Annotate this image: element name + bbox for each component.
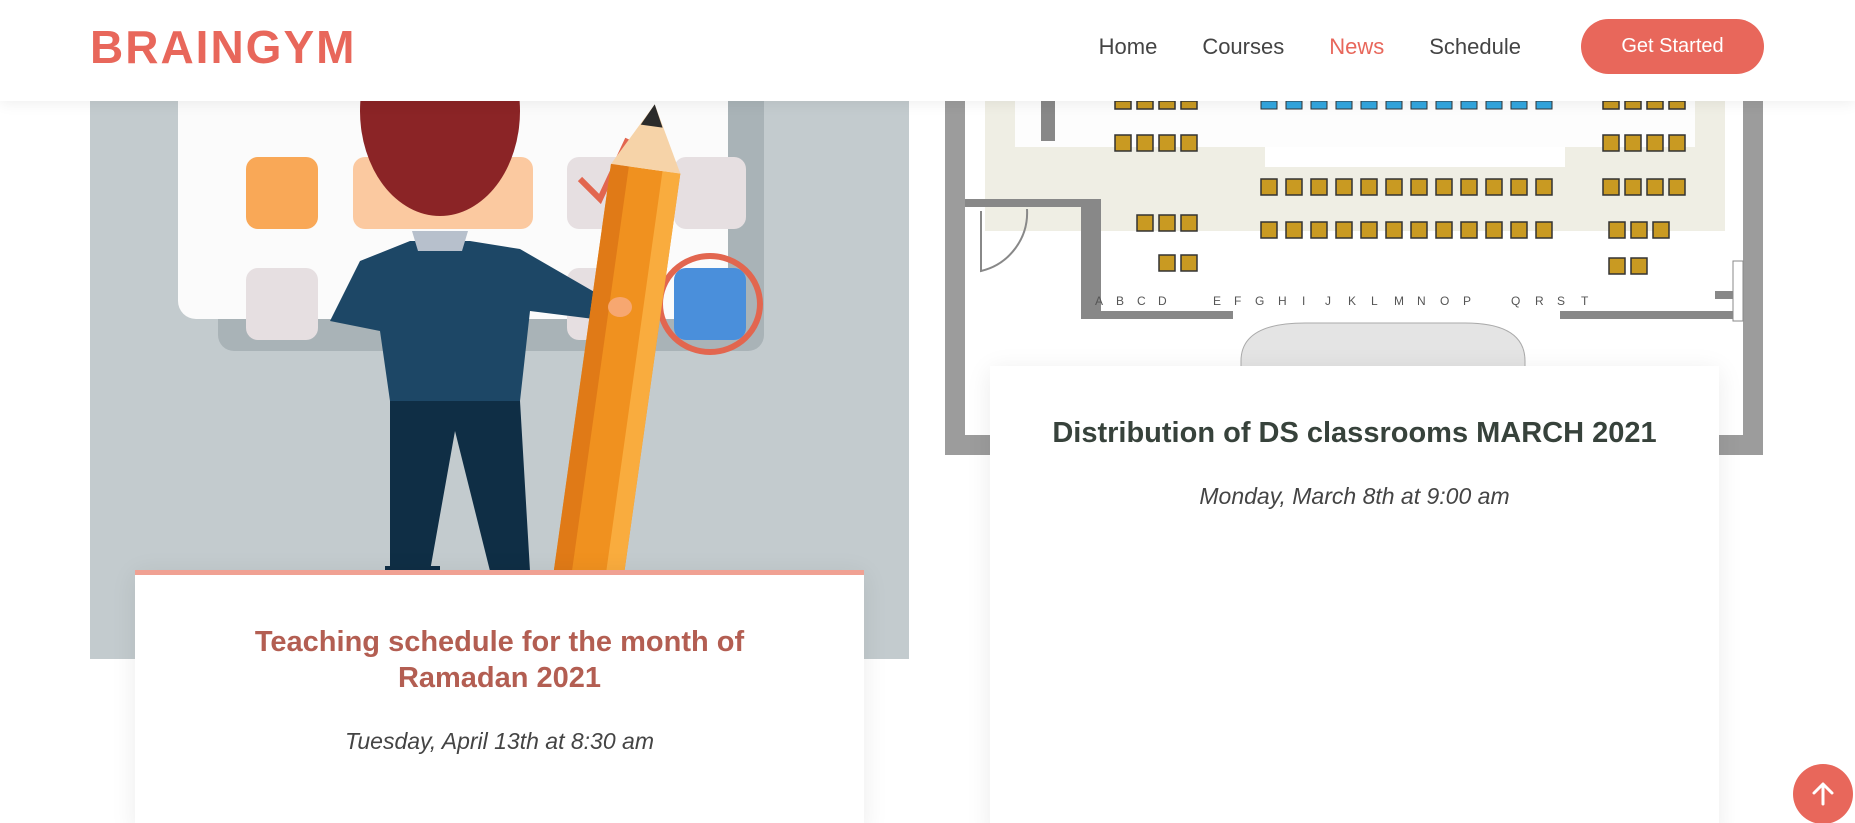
seat-letter: M [1394, 294, 1404, 308]
news-card-classroom-distribution[interactable]: Distribution of DS classrooms MARCH 2021… [990, 366, 1719, 823]
site-header: BRAINGYM Home Courses News Schedule Get … [0, 0, 1855, 101]
seat-letter: E [1213, 294, 1221, 308]
nav-schedule[interactable]: Schedule [1429, 34, 1521, 60]
nav-courses[interactable]: Courses [1202, 34, 1284, 60]
seat-letter: F [1234, 294, 1241, 308]
seat-letter: J [1325, 294, 1331, 308]
news-card-ramadan-schedule[interactable]: Teaching schedule for the month of Ramad… [135, 570, 864, 823]
seat-letter: H [1278, 294, 1287, 308]
seat-letter: G [1255, 294, 1264, 308]
seat-letter: R [1535, 294, 1544, 308]
seat-letter: P [1463, 294, 1471, 308]
seat-letter: I [1302, 294, 1305, 308]
seat-letter: T [1581, 294, 1589, 308]
seat-letter: K [1348, 294, 1356, 308]
seat-letter: L [1371, 294, 1378, 308]
news-page: BRAINGYM Home Courses News Schedule Get … [0, 0, 1855, 823]
news-card-title[interactable]: Distribution of DS classrooms MARCH 2021 [1030, 415, 1679, 451]
seat-letter: N [1417, 294, 1426, 308]
seat-letter: D [1158, 294, 1167, 308]
seat-letter: Q [1511, 294, 1520, 308]
seat-letter: S [1557, 294, 1565, 308]
arrow-up-icon [1812, 782, 1834, 806]
get-started-button[interactable]: Get Started [1581, 19, 1764, 74]
nav-news[interactable]: News [1329, 34, 1384, 60]
nav-home[interactable]: Home [1099, 34, 1158, 60]
scroll-top-button[interactable] [1793, 764, 1853, 823]
seat-letter: O [1440, 294, 1449, 308]
seat-letter: C [1137, 294, 1146, 308]
news-card-date: Tuesday, April 13th at 8:30 am [345, 728, 654, 754]
news-card-title[interactable]: Teaching schedule for the month of Ramad… [195, 624, 804, 696]
seat-letter: A [1095, 294, 1103, 308]
brand-logo[interactable]: BRAINGYM [90, 20, 356, 74]
seat-letter: B [1116, 294, 1124, 308]
news-card-date: Monday, March 8th at 9:00 am [1199, 483, 1510, 509]
